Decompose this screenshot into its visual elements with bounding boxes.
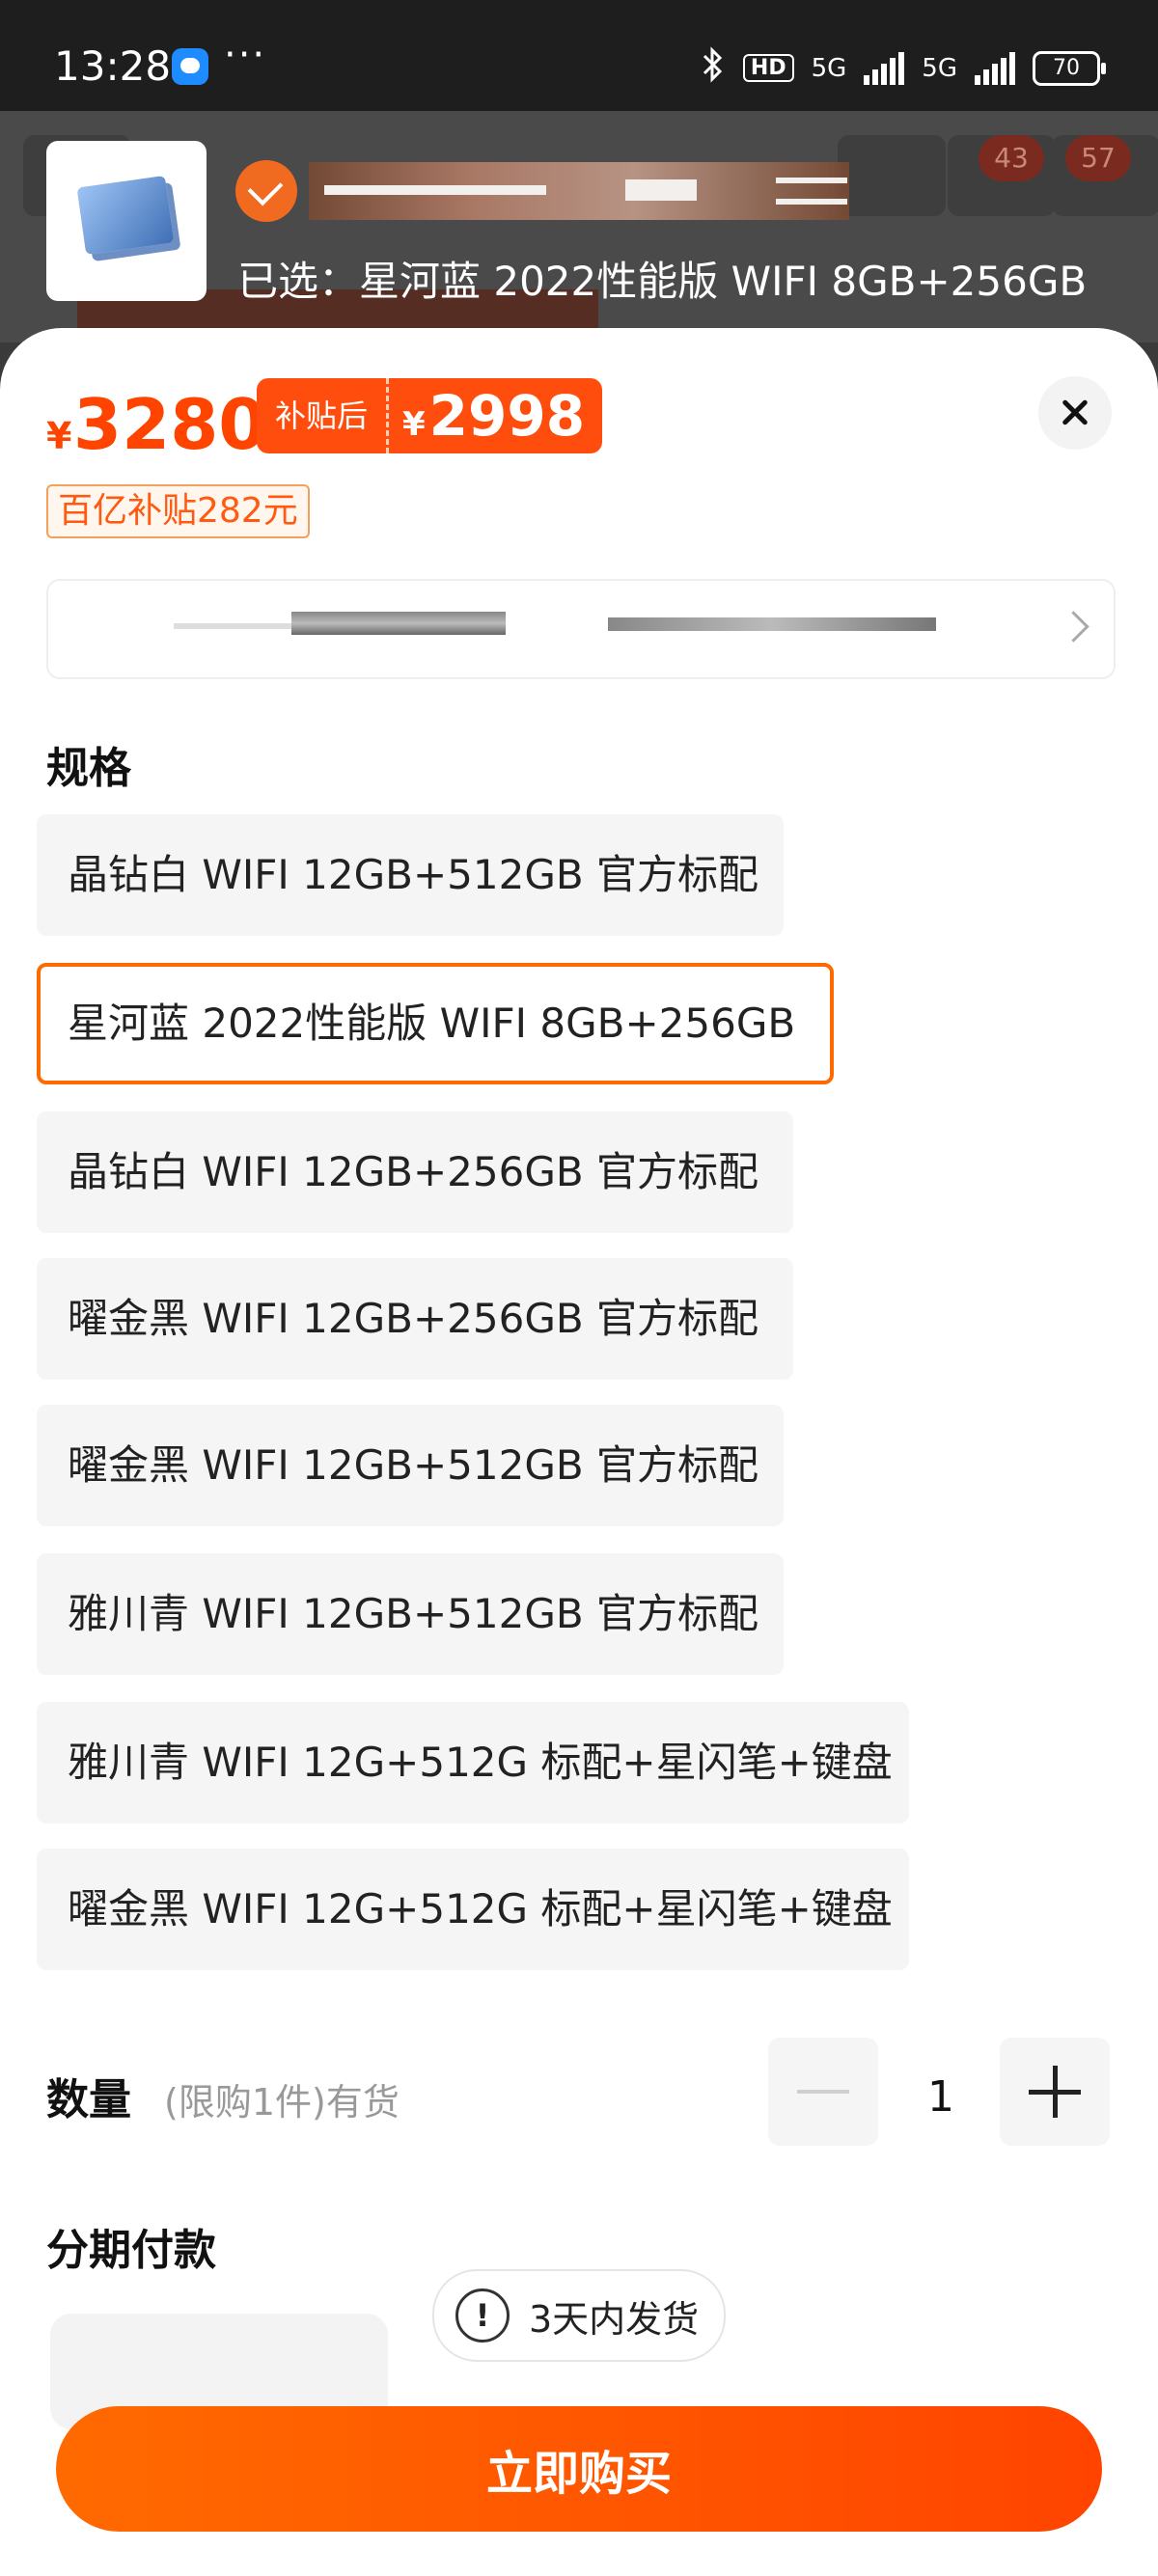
status-icons: HD 5G 5G 70: [701, 46, 1106, 90]
network-type-1: 5G: [811, 53, 847, 83]
close-button[interactable]: [1038, 376, 1112, 450]
quantity-note: (限购1件)有货: [164, 2081, 400, 2124]
shipping-badge: ! 3天内发货: [432, 2269, 727, 2362]
subsidy-price: ¥2998: [389, 378, 602, 453]
installment-title: 分期付款: [46, 2226, 216, 2275]
chevron-right-icon: [1058, 611, 1089, 643]
subsidy-price-tag: 补贴后 ¥2998: [257, 378, 603, 453]
share-button: [838, 135, 946, 216]
tablet-image: [76, 175, 175, 256]
spec-option-selected[interactable]: 星河蓝 2022性能版 WIFI 8GB+256GB: [37, 963, 834, 1084]
shield-check-icon: [235, 160, 297, 222]
status-bar: 13:28 ··· HD 5G 5G 70: [0, 0, 1158, 111]
buy-now-button[interactable]: 立即购买: [56, 2406, 1102, 2532]
signal-1-icon: [864, 51, 905, 85]
price-currency: ¥: [46, 415, 72, 457]
shipping-text: 3天内发货: [529, 2297, 700, 2341]
quantity-decrease-button[interactable]: [768, 2038, 878, 2146]
original-price: 3280: [73, 384, 267, 465]
redacted-text-1: [324, 185, 546, 195]
more-notifications-icon: ···: [224, 33, 267, 77]
spec-option[interactable]: 曜金黑 WIFI 12GB+512GB 官方标配: [37, 1405, 784, 1526]
spec-option[interactable]: 晶钻白 WIFI 12GB+256GB 官方标配: [37, 1111, 793, 1233]
redacted-service-3: [608, 617, 936, 631]
redacted-service-2: [291, 612, 506, 635]
bluetooth-icon: [701, 46, 726, 90]
app-notification-icon: [172, 48, 208, 85]
quantity-value[interactable]: 1: [888, 2072, 994, 2122]
cart-count-badge: 43: [979, 135, 1044, 181]
subsidy-price-value: 2998: [428, 383, 586, 449]
message-count-badge: 57: [1065, 135, 1131, 181]
spec-option[interactable]: 雅川青 WIFI 12GB+512GB 官方标配: [37, 1553, 784, 1675]
spec-option[interactable]: 晶钻白 WIFI 12GB+512GB 官方标配: [37, 814, 784, 936]
alert-icon: !: [455, 2288, 510, 2343]
subsidy-currency: ¥: [402, 405, 426, 444]
redacted-text-4: [776, 199, 847, 205]
spec-section-title: 规格: [46, 744, 131, 793]
quantity-increase-button[interactable]: [1000, 2038, 1110, 2146]
redacted-text-3: [776, 178, 847, 183]
hd-voice-icon: HD: [742, 54, 794, 82]
battery-icon: 70: [1033, 50, 1106, 86]
redacted-service-1: [174, 623, 299, 629]
service-info-row[interactable]: [46, 579, 1116, 679]
redacted-text-2: [625, 179, 697, 201]
signal-2-icon: [975, 51, 1015, 85]
spec-option[interactable]: 曜金黑 WIFI 12GB+256GB 官方标配: [37, 1258, 793, 1380]
product-thumbnail[interactable]: [46, 141, 207, 301]
quantity-title: 数量: [46, 2075, 131, 2124]
spec-option[interactable]: 雅川青 WIFI 12G+512G 标配+星闪笔+键盘: [37, 1702, 909, 1823]
status-time: 13:28: [54, 42, 172, 90]
subsidy-label: 补贴后: [257, 378, 389, 453]
network-type-2: 5G: [922, 53, 957, 83]
spec-option[interactable]: 曜金黑 WIFI 12G+512G 标配+星闪笔+键盘: [37, 1849, 909, 1970]
selected-variant-label: 已选：星河蓝 2022性能版 WIFI 8GB+256GB: [237, 258, 1088, 305]
subsidy-coupon-badge: 百亿补贴282元: [46, 484, 310, 538]
